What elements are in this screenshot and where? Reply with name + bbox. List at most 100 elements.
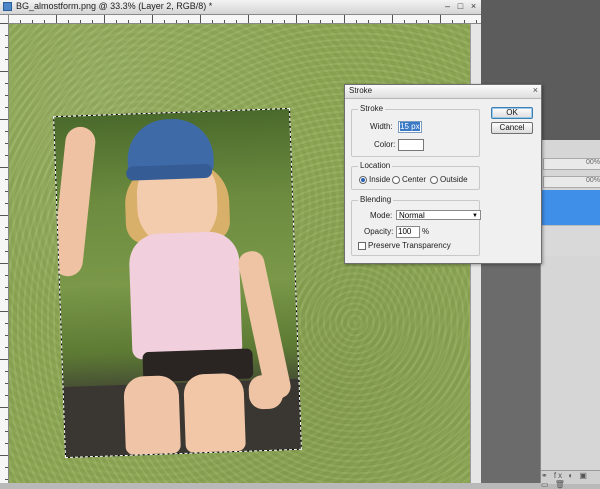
ruler-tick bbox=[0, 359, 8, 360]
ruler-tick bbox=[308, 20, 309, 23]
layer-row[interactable] bbox=[541, 225, 600, 256]
ruler-tick bbox=[5, 299, 8, 300]
photo-right-leg bbox=[183, 372, 246, 453]
ruler-tick bbox=[248, 15, 249, 23]
ruler-tick bbox=[5, 335, 8, 336]
layers-footer-icons[interactable]: ⚭ fx ◐ ▣ ▭ 🗑 bbox=[541, 470, 600, 489]
ruler-tick bbox=[356, 20, 357, 23]
dialog-titlebar[interactable]: Stroke × bbox=[345, 85, 541, 99]
blending-group-label: Blending bbox=[358, 195, 394, 204]
ruler-tick bbox=[452, 20, 453, 23]
ruler-tick bbox=[5, 179, 8, 180]
ruler-tick bbox=[368, 20, 369, 23]
location-outside-radio[interactable] bbox=[430, 176, 438, 184]
document-icon bbox=[3, 2, 12, 11]
ruler-tick bbox=[44, 20, 45, 23]
ruler-tick bbox=[5, 323, 8, 324]
ruler-tick bbox=[284, 20, 285, 23]
location-group: Location Inside Center Outside bbox=[351, 161, 480, 190]
ruler-tick bbox=[0, 215, 8, 216]
mode-select[interactable]: Normal ▼ bbox=[396, 210, 481, 220]
width-input[interactable]: 15 px bbox=[398, 121, 422, 133]
dialog-close-icon[interactable]: × bbox=[533, 85, 538, 95]
ruler-tick bbox=[68, 20, 69, 23]
photo-raised-arm bbox=[54, 125, 97, 278]
ruler-tick bbox=[5, 35, 8, 36]
ok-button[interactable]: OK bbox=[491, 107, 533, 119]
maximize-button[interactable]: □ bbox=[455, 1, 466, 12]
ruler-tick bbox=[5, 371, 8, 372]
minimize-button[interactable]: – bbox=[442, 1, 453, 12]
ruler-tick bbox=[236, 20, 237, 23]
ruler-tick bbox=[380, 20, 381, 23]
ruler-tick bbox=[5, 47, 8, 48]
ruler-tick bbox=[212, 20, 213, 23]
width-label: Width: bbox=[370, 122, 393, 131]
vertical-ruler[interactable] bbox=[0, 15, 9, 483]
ruler-tick bbox=[0, 119, 8, 120]
close-button[interactable]: × bbox=[468, 1, 479, 12]
color-label: Color: bbox=[374, 140, 396, 149]
ruler-tick bbox=[5, 467, 8, 468]
ruler-tick bbox=[5, 347, 8, 348]
ruler-tick bbox=[5, 203, 8, 204]
ruler-tick bbox=[404, 20, 405, 23]
width-value: 15 px bbox=[400, 122, 420, 131]
photo-layer-selection[interactable] bbox=[53, 107, 302, 459]
layers-panel[interactable]: 00% 00% ⚭ fx ◐ ▣ ▭ 🗑 bbox=[540, 140, 600, 489]
ruler-tick bbox=[476, 20, 477, 23]
stroke-group: Stroke Width: 15 px Color: bbox=[351, 104, 480, 157]
photo-hand bbox=[248, 374, 284, 410]
dialog-title: Stroke bbox=[349, 86, 373, 95]
opacity-input[interactable]: 100 bbox=[396, 226, 420, 238]
ruler-tick bbox=[5, 251, 8, 252]
ruler-tick bbox=[0, 407, 8, 408]
photo-shirt bbox=[128, 230, 243, 360]
stroke-dialog: Stroke × Stroke Width: 15 px Color: Loca… bbox=[344, 84, 542, 264]
ruler-tick bbox=[5, 287, 8, 288]
ruler-tick bbox=[344, 15, 345, 23]
mode-value: Normal bbox=[399, 211, 425, 220]
ruler-tick bbox=[0, 263, 8, 264]
document-title: BG_almostform.png @ 33.3% (Layer 2, RGB/… bbox=[16, 1, 213, 11]
ruler-tick bbox=[0, 23, 8, 24]
ruler-tick bbox=[5, 155, 8, 156]
ruler-tick bbox=[0, 71, 8, 72]
ruler-tick bbox=[5, 59, 8, 60]
ruler-tick bbox=[104, 15, 105, 23]
color-swatch[interactable] bbox=[398, 139, 424, 151]
ruler-tick bbox=[392, 15, 393, 23]
cancel-button[interactable]: Cancel bbox=[491, 122, 533, 134]
ruler-tick bbox=[80, 20, 81, 23]
ruler-tick bbox=[5, 131, 8, 132]
ruler-tick bbox=[164, 20, 165, 23]
layers-opacity-field[interactable]: 00% bbox=[543, 158, 600, 170]
ruler-tick bbox=[152, 15, 153, 23]
ruler-tick bbox=[5, 107, 8, 108]
ruler-tick bbox=[32, 20, 33, 23]
layer-row-selected[interactable] bbox=[541, 190, 600, 225]
ruler-tick bbox=[5, 419, 8, 420]
horizontal-ruler[interactable] bbox=[8, 15, 481, 24]
ruler-tick bbox=[320, 20, 321, 23]
document-titlebar[interactable]: BG_almostform.png @ 33.3% (Layer 2, RGB/… bbox=[0, 0, 481, 15]
location-outside-label: Outside bbox=[440, 175, 468, 184]
ruler-tick bbox=[5, 275, 8, 276]
mode-label: Mode: bbox=[370, 211, 393, 220]
ruler-tick bbox=[20, 20, 21, 23]
stroke-group-label: Stroke bbox=[358, 104, 386, 113]
ruler-tick bbox=[56, 15, 57, 23]
ruler-tick bbox=[416, 20, 417, 23]
location-center-radio[interactable] bbox=[392, 176, 400, 184]
preserve-transparency-label: Preserve Transparency bbox=[368, 241, 451, 250]
layers-fill-field[interactable]: 00% bbox=[543, 176, 600, 188]
photo-left-leg bbox=[123, 375, 181, 455]
ruler-tick bbox=[5, 383, 8, 384]
ruler-tick bbox=[5, 431, 8, 432]
location-inside-label: Inside bbox=[369, 175, 391, 184]
location-inside-radio[interactable] bbox=[359, 176, 367, 184]
ruler-tick bbox=[296, 15, 297, 23]
ruler-tick bbox=[5, 95, 8, 96]
preserve-transparency-checkbox[interactable] bbox=[358, 242, 366, 250]
ruler-tick bbox=[0, 167, 8, 168]
